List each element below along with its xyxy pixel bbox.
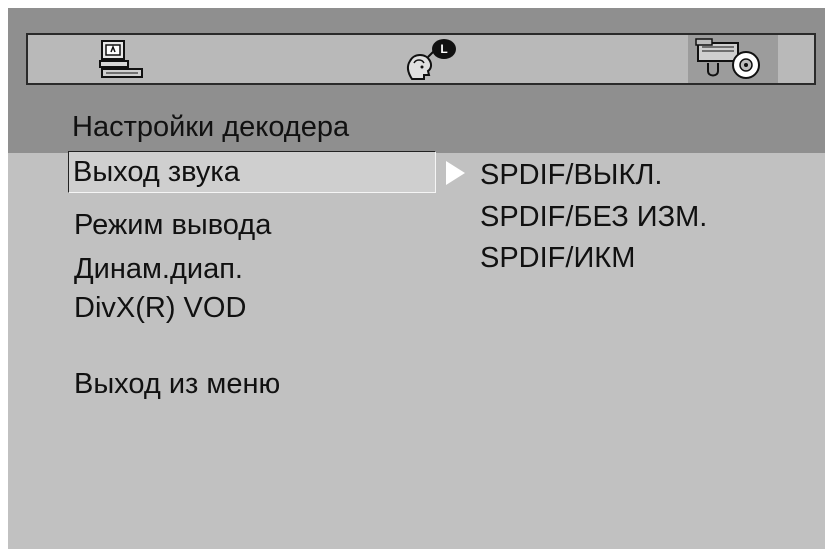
option-spdif-off[interactable]: SPDIF/ВЫКЛ.: [480, 158, 662, 192]
menu-item-dynamic-range[interactable]: Динам.диап.: [74, 252, 243, 286]
menu-item-output-mode[interactable]: Режим вывода: [74, 208, 271, 242]
option-spdif-raw[interactable]: SPDIF/БЕЗ ИЗМ.: [480, 200, 707, 234]
menu-item-divx-vod[interactable]: DivX(R) VOD: [74, 291, 246, 325]
option-spdif-pcm[interactable]: SPDIF/ИКМ: [480, 241, 635, 275]
speaking-head-icon[interactable]: L: [398, 37, 468, 83]
play-arrow-icon: [444, 160, 466, 186]
menu-item-exit[interactable]: Выход из меню: [74, 367, 280, 401]
page-title: Настройки декодера: [72, 111, 350, 143]
svg-text:L: L: [440, 42, 447, 56]
camera-disc-icon[interactable]: [688, 35, 778, 83]
osd-screen: L Настройки декодера Выход звука Режим в…: [8, 8, 825, 549]
computer-icon[interactable]: [90, 39, 150, 81]
menu-item-audio-output[interactable]: Выход звука: [68, 151, 436, 193]
tab-bar: L: [26, 33, 816, 85]
